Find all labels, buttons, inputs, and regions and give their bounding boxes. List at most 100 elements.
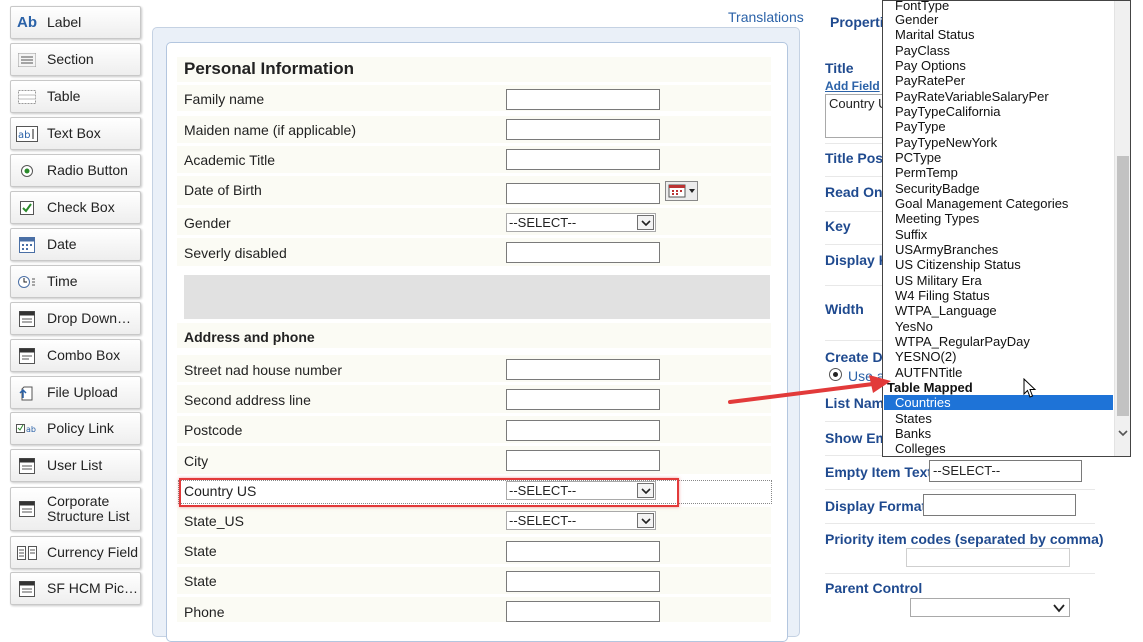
tool-fileupload-text: File Upload [47, 384, 118, 400]
add-field-link[interactable]: Add Field [825, 79, 880, 93]
dropdown-option[interactable]: WTPA_Language [895, 303, 997, 318]
chevron-down-icon [637, 513, 654, 528]
scroll-down-arrow-icon[interactable] [1114, 425, 1130, 441]
postcode-input[interactable] [506, 420, 660, 441]
priority-codes-input[interactable] [906, 548, 1070, 567]
section-title-personal: Personal Information [184, 59, 355, 78]
state-input-2[interactable] [506, 571, 660, 592]
tool-table-text: Table [47, 88, 81, 104]
state-us-select[interactable]: --SELECT-- [506, 511, 656, 530]
dropdown-option[interactable]: YesNo [895, 319, 933, 334]
city-input[interactable] [506, 450, 660, 471]
tool-corporate-structure-list[interactable]: Corporate Structure List [10, 487, 141, 531]
dropdown-option[interactable]: SecurityBadge [895, 181, 980, 196]
tool-check-box[interactable]: Check Box [10, 191, 141, 224]
row-background [177, 446, 771, 474]
list-name-dropdown[interactable]: FontType Gender Marital Status PayClass … [882, 0, 1131, 457]
currency-icon [16, 544, 38, 562]
dropdown-option[interactable]: PayRateVariableSalaryPer [895, 89, 1049, 104]
tool-user-list[interactable]: User List [10, 449, 141, 482]
dropdown-option[interactable]: Banks [895, 426, 931, 441]
dropdown-option[interactable]: PCType [895, 150, 941, 165]
label-phone: Phone [184, 604, 225, 620]
tool-time[interactable]: Time [10, 265, 141, 298]
dropdown-option[interactable]: Marital Status [895, 27, 974, 42]
dropdown-option[interactable]: W4 Filing Status [895, 288, 990, 303]
date-picker-button[interactable] [665, 181, 698, 201]
dropdown-option[interactable]: WTPA_RegularPayDay [895, 334, 1030, 349]
prop-read-only: Read Onl [825, 184, 887, 200]
tool-drop-down[interactable]: Drop Down… [10, 302, 141, 335]
dropdown-scroll-thumb[interactable] [1117, 156, 1129, 416]
date-of-birth-input[interactable] [506, 183, 660, 204]
dropdown-option[interactable]: PayTypeNewYork [895, 135, 997, 150]
dropdown-option[interactable]: Meeting Types [895, 211, 979, 226]
empty-item-text-input[interactable]: --SELECT-- [929, 460, 1082, 482]
tool-currency-text: Currency Field [47, 544, 139, 560]
dropdown-group-label: Table Mapped [887, 380, 973, 395]
dropdown-option[interactable]: USArmyBranches [895, 242, 998, 257]
academic-title-input[interactable] [506, 149, 660, 170]
chevron-down-icon [1053, 601, 1065, 617]
dropdown-option[interactable]: US Citizenship Status [895, 257, 1021, 272]
prop-width: Width [825, 301, 864, 317]
annotation-arrow-icon [728, 375, 891, 404]
dropdown-option[interactable]: Gender [895, 12, 938, 27]
tool-date-text: Date [47, 236, 77, 252]
dropdown-option[interactable]: YESNO(2) [895, 349, 956, 364]
tool-combo-box[interactable]: Combo Box [10, 339, 141, 372]
prop-empty-item-text-label: Empty Item Text [825, 464, 933, 480]
label-ab-icon: Ab [17, 14, 37, 31]
translations-link[interactable]: Translations [728, 9, 804, 25]
label-date-of-birth: Date of Birth [184, 182, 262, 198]
tool-section-text: Section [47, 51, 94, 67]
phone-input[interactable] [506, 601, 660, 622]
tool-currency-field[interactable]: Currency Field [10, 536, 141, 569]
dropdown-option[interactable]: PayRatePer [895, 73, 965, 88]
tool-textbox[interactable]: ab Text Box [10, 117, 141, 150]
gender-select[interactable]: --SELECT-- [506, 213, 656, 232]
dropdown-option[interactable]: Suffix [895, 227, 927, 242]
state-input[interactable] [506, 541, 660, 562]
dropdown-option[interactable]: PermTemp [895, 165, 958, 180]
prop-title-textarea[interactable]: Country US [825, 94, 887, 138]
prop-create-dropdown: Create Dr [825, 349, 889, 365]
mouse-cursor-icon [1023, 378, 1037, 398]
maiden-name-input[interactable] [506, 119, 660, 140]
prop-key: Key [825, 218, 851, 234]
tool-file-upload[interactable]: File Upload [10, 376, 141, 409]
parent-control-select[interactable] [910, 598, 1070, 617]
dropdown-option[interactable]: AUTFNTitle [895, 365, 962, 380]
label-state: State [184, 543, 217, 559]
tool-radio-button[interactable]: Radio Button [10, 154, 141, 187]
dropdown-option[interactable]: Colleges [895, 441, 946, 456]
tool-policy-link[interactable]: ab Policy Link [10, 412, 141, 445]
prop-parent-control-label: Parent Control [825, 580, 923, 596]
checkbox-icon [16, 199, 38, 217]
tool-date[interactable]: Date [10, 228, 141, 261]
dropdown-option[interactable]: Goal Management Categories [895, 196, 1068, 211]
second-address-input[interactable] [506, 389, 660, 410]
display-format-input[interactable] [923, 494, 1076, 516]
severly-disabled-input[interactable] [506, 242, 660, 263]
label-academic-title: Academic Title [184, 152, 276, 168]
calendar-dropdown-icon [668, 184, 695, 198]
user-list-icon [16, 457, 38, 475]
gender-select-value: --SELECT-- [509, 215, 577, 230]
row-background [177, 208, 771, 235]
dropdown-option[interactable]: Pay Options [895, 58, 966, 73]
dropdown-option[interactable]: States [895, 411, 932, 426]
tool-sf-hcm-picker[interactable]: SF HCM Pic… [10, 572, 141, 605]
family-name-input[interactable] [506, 89, 660, 110]
dropdown-option[interactable]: US Military Era [895, 273, 982, 288]
dropdown-option-selected[interactable]: Countries [895, 395, 951, 410]
dropdown-option[interactable]: PayTypeCalifornia [895, 104, 1001, 119]
tool-table[interactable]: Table [10, 80, 141, 113]
label-state-us: State_US [184, 513, 244, 529]
tool-section[interactable]: Section [10, 43, 141, 76]
tool-sfhcm-text: SF HCM Pic… [47, 580, 138, 596]
tool-label[interactable]: Ab Label [10, 6, 141, 39]
dropdown-option[interactable]: PayType [895, 119, 946, 134]
street-input[interactable] [506, 359, 660, 380]
dropdown-option[interactable]: PayClass [895, 43, 950, 58]
